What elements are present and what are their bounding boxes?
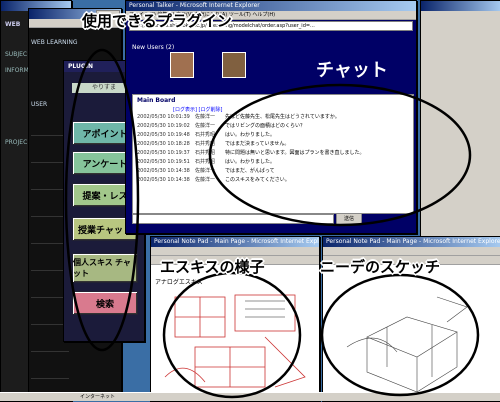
- chat-row-text: ではリビングの面積はどのくらい？: [225, 123, 306, 129]
- user-avatar: [222, 52, 246, 78]
- chat-row: 2002/05/30 10:18:28 石井秀昭 ではまだ決まっていません。: [133, 140, 413, 149]
- plugin-button-label: 個人スキス チャット: [73, 258, 131, 278]
- chat-row-text: 特に問題は無いと思います。図面はプランを書き直しました。: [225, 150, 365, 156]
- chat-row-text: ではまだ決まっていません。: [225, 141, 290, 147]
- chat-row-user: 佐藤洋一: [195, 123, 216, 129]
- chat-row-user: 佐藤洋一: [195, 114, 216, 120]
- main-board-label: Main Board: [137, 97, 176, 104]
- chat-row: 2002/05/30 10:14:38 佐藤洋一 ではまだ、がんばって: [133, 167, 413, 176]
- chat-input[interactable]: [132, 214, 334, 224]
- other-sketch-caption: ニーデのスケッチ: [320, 258, 441, 276]
- chat-row-user: 石井秀昭: [195, 159, 216, 165]
- chat-row: 2002/05/30 10:19:02 佐藤洋一 ではリビングの面積はどのくらい？: [133, 122, 413, 131]
- sketch-right-titlebar: Personal Note Pad - Main Page - Microsof…: [323, 237, 500, 247]
- chat-row-time: 2002/05/30 10:01:39: [137, 114, 190, 120]
- plugin-button-label: 検索: [95, 298, 114, 309]
- chat-row-time: 2002/05/30 10:14:38: [137, 177, 190, 183]
- sketch-left-menubar: [151, 247, 319, 256]
- chat-rows: 2002/05/30 10:01:39 佐藤洋一 先ほど佐藤先生、松尾先生はどうされ…: [133, 113, 413, 185]
- esquisse-caption: エスキスの様子: [160, 258, 265, 276]
- log-links[interactable]: [ログ表示] [ログ削除]: [133, 106, 413, 113]
- new-users-label: New Users (2): [132, 44, 175, 51]
- chat-row-text: はい。わかりました。: [225, 132, 276, 138]
- chat-row-text: はい。わかりました。: [225, 159, 276, 165]
- pencil-sketch-drawing: [346, 296, 468, 393]
- plugin-button-personal-chat[interactable]: 個人スキス チャット: [72, 253, 138, 283]
- plugins-caption: 使用できるプラグイン: [82, 12, 232, 30]
- chat-row-time: 2002/05/30 10:19:02: [137, 123, 190, 129]
- sketch-left-titlebar: Personal Note Pad - Main Page - Microsof…: [151, 237, 319, 247]
- chat-row-time: 2002/05/30 10:14:38: [137, 168, 190, 174]
- plugin-button-search[interactable]: 検索: [72, 291, 138, 315]
- chat-row-user: 石井秀昭: [195, 132, 216, 138]
- plugin-button-label: アンケート: [82, 158, 128, 169]
- right-window-titlebar: [421, 1, 500, 11]
- user-avatar: [170, 52, 194, 78]
- list-item[interactable]: [31, 352, 69, 379]
- chat-row-text: 先ほど佐藤先生、松尾先生はどうされていますか。: [225, 114, 340, 120]
- chat-row: 2002/05/30 10:01:39 佐藤洋一 先ほど佐藤先生、松尾先生はどうされ…: [133, 113, 413, 122]
- chat-row-time: 2002/05/30 10:18:28: [137, 141, 190, 147]
- sketch-left-label: アナログエスキス: [155, 279, 203, 286]
- chat-row: 2002/05/30 10:19:51 石井秀昭 はい。わかりました。: [133, 158, 413, 167]
- chat-row-text: このスキスをみてください。: [225, 177, 290, 183]
- sketch-right-menubar: [323, 247, 500, 256]
- chat-window: Personal Talker - Microsoft Internet Exp…: [125, 0, 417, 234]
- chat-row-text: ではまだ、がんばって: [225, 168, 275, 174]
- red-sketch-drawing: [164, 294, 306, 388]
- chat-row-user: 石井秀昭: [195, 150, 216, 156]
- send-button[interactable]: 送信: [336, 213, 362, 225]
- learning-window-user-label: USER: [31, 101, 48, 108]
- chat-row-user: 佐藤洋一: [195, 177, 216, 183]
- chat-log: Main Board [ログ表示] [ログ削除] 2002/05/30 10:0…: [132, 94, 414, 214]
- chat-row-user: 佐藤洋一: [195, 168, 216, 174]
- chat-row-time: 2002/05/30 10:19:51: [137, 159, 190, 165]
- chat-row-user: 石井秀昭: [195, 141, 216, 147]
- plugin-button-label: 提案・レス: [82, 190, 128, 201]
- plugin-button-label: 授業チャット: [78, 224, 132, 235]
- chat-row-time: 2002/05/30 10:19:48: [137, 132, 190, 138]
- chat-row-time: 2002/05/30 10:19:37: [137, 150, 190, 156]
- chat-row: 2002/05/30 10:14:38 佐藤洋一 このスキスをみてください。: [133, 176, 413, 185]
- chat-header: New Users (2) チャット: [126, 36, 416, 94]
- chat-title: チャット: [316, 60, 388, 81]
- chat-row: 2002/05/30 10:19:37 石井秀昭 特に問題は無いと思います。図面はプ…: [133, 149, 413, 158]
- plugin-button-label: アポイント: [82, 128, 128, 139]
- learning-window-header: WEB LEARNING: [31, 39, 78, 46]
- chat-row: 2002/05/30 10:19:48 石井秀昭 はい。わかりました。: [133, 131, 413, 140]
